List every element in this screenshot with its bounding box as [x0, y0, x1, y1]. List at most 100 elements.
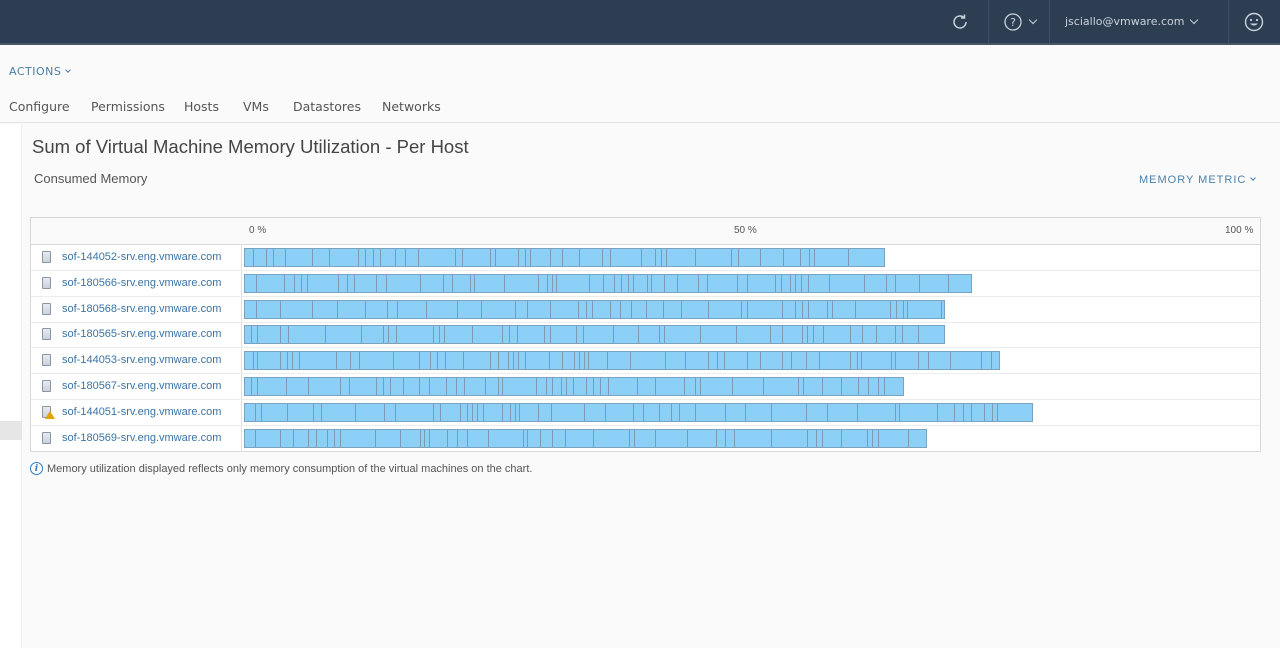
vm-segment-divider: [640, 249, 642, 266]
vm-segment-divider: [805, 403, 807, 421]
vm-segment-divider: [419, 378, 421, 395]
vm-segment-divider: [895, 274, 897, 292]
host-link[interactable]: sof-144052-srv.eng.vmware.com: [62, 251, 221, 263]
memory-bar[interactable]: [244, 428, 928, 448]
vm-segment-divider: [311, 249, 313, 266]
memory-metric-dropdown[interactable]: MEMORY METRIC: [1139, 174, 1257, 186]
host-link[interactable]: sof-180565-srv.eng.vmware.com: [62, 328, 221, 340]
x-tick-label: 100 %: [1225, 225, 1254, 236]
info-note: i Memory utilization displayed reflects …: [30, 462, 532, 475]
vm-segment-divider: [794, 300, 796, 318]
vm-segment-divider: [372, 249, 374, 266]
vm-segment-divider: [724, 429, 726, 447]
refresh-button[interactable]: [950, 0, 972, 43]
tab-vms[interactable]: VMs: [243, 99, 269, 114]
vm-segment-divider: [251, 326, 253, 344]
vm-segment-divider: [628, 429, 630, 447]
vm-segment-divider: [538, 403, 540, 421]
vm-segment-divider: [821, 378, 823, 395]
host-link[interactable]: sof-144053-srv.eng.vmware.com: [62, 354, 221, 366]
vm-segment-divider: [306, 274, 308, 292]
vm-segment-divider: [526, 300, 528, 318]
host-link[interactable]: sof-180568-srv.eng.vmware.com: [62, 303, 221, 315]
memory-bar[interactable]: [244, 325, 946, 345]
vm-segment-divider: [294, 274, 296, 292]
vm-segment-divider: [383, 403, 385, 421]
vm-segment-divider: [490, 249, 492, 266]
vm-segment-divider: [255, 429, 257, 447]
vm-segment-divider: [593, 378, 595, 395]
chevron-down-icon: [1028, 15, 1038, 24]
host-row: sof-180565-srv.eng.vmware.com: [31, 322, 1260, 349]
vm-segment-divider: [806, 352, 808, 370]
actions-menu-button[interactable]: ACTIONS: [9, 65, 72, 78]
vm-segment-divider: [447, 429, 449, 447]
user-menu-button[interactable]: jsciallo@vmware.com: [1065, 0, 1199, 43]
vm-segment-divider: [651, 274, 653, 292]
tab-networks[interactable]: Networks: [382, 99, 441, 114]
vm-segment-divider: [385, 274, 387, 292]
vm-segment-divider: [519, 403, 521, 421]
vm-segment-divider: [551, 274, 553, 292]
memory-bar[interactable]: [244, 402, 1033, 422]
refresh-icon: [953, 14, 967, 29]
vm-segment-divider: [686, 429, 688, 447]
vm-segment-divider: [735, 326, 737, 344]
x-tick-label: 0 %: [249, 225, 267, 236]
vm-segment-divider: [724, 352, 726, 370]
vm-segment-divider: [308, 378, 310, 395]
vm-segment-divider: [349, 378, 350, 395]
vm-segment-divider: [286, 378, 288, 395]
vm-segment-divider: [283, 274, 285, 292]
vm-segment-divider: [894, 326, 896, 344]
vm-segment-divider: [482, 403, 484, 421]
vm-segment-divider: [997, 403, 999, 421]
host-link[interactable]: sof-180569-srv.eng.vmware.com: [62, 432, 221, 444]
memory-bar[interactable]: [244, 377, 904, 396]
vm-segment-divider: [312, 300, 314, 318]
feedback-button[interactable]: [1243, 0, 1265, 43]
memory-bar[interactable]: [244, 299, 946, 319]
vm-segment-divider: [439, 326, 441, 344]
vm-segment-divider: [962, 403, 964, 421]
vm-segment-divider: [936, 403, 938, 421]
vm-segment-divider: [850, 326, 852, 344]
vm-segment-divider: [334, 429, 336, 447]
tab-configure[interactable]: Configure: [9, 99, 70, 114]
vm-segment-divider: [425, 300, 427, 318]
tab-datastores[interactable]: Datastores: [293, 99, 361, 114]
vm-segment-divider: [821, 429, 823, 447]
vm-segment-divider: [991, 352, 993, 370]
vm-segment-divider: [708, 300, 710, 318]
tab-permissions[interactable]: Permissions: [91, 99, 165, 114]
vm-segment-divider: [522, 429, 524, 447]
navigator-selected-item[interactable]: [0, 421, 22, 440]
vm-segment-divider: [300, 274, 302, 292]
host-link[interactable]: sof-180567-srv.eng.vmware.com: [62, 380, 221, 392]
vm-segment-divider: [461, 249, 463, 266]
vm-segment-divider: [607, 378, 609, 395]
vm-segment-divider: [681, 300, 683, 318]
help-menu-button[interactable]: ?: [1003, 0, 1038, 43]
memory-bar[interactable]: [244, 248, 885, 267]
memory-bar[interactable]: [244, 351, 1000, 371]
vm-segment-divider: [857, 403, 859, 421]
vm-segment-divider: [803, 378, 805, 395]
chart-axis-header: 0 % 50 % 100 %: [31, 218, 1260, 245]
vm-segment-divider: [774, 274, 776, 292]
host-warning-icon: [42, 405, 55, 419]
vm-segment-divider: [655, 378, 657, 395]
vm-segment-divider: [928, 352, 930, 370]
vm-segment-divider: [737, 274, 739, 292]
vm-segment-divider: [397, 300, 399, 318]
memory-bar[interactable]: [244, 273, 973, 293]
host-link[interactable]: sof-144051-srv.eng.vmware.com: [62, 406, 221, 418]
vm-segment-divider: [601, 249, 603, 266]
tab-hosts[interactable]: Hosts: [184, 99, 219, 114]
vm-segment-divider: [298, 352, 300, 370]
host-link[interactable]: sof-180566-srv.eng.vmware.com: [62, 277, 221, 289]
vm-segment-divider: [794, 274, 796, 292]
vm-segment-divider: [877, 429, 879, 447]
x-tick-label: 50 %: [734, 225, 757, 236]
vm-segment-divider: [867, 429, 869, 447]
